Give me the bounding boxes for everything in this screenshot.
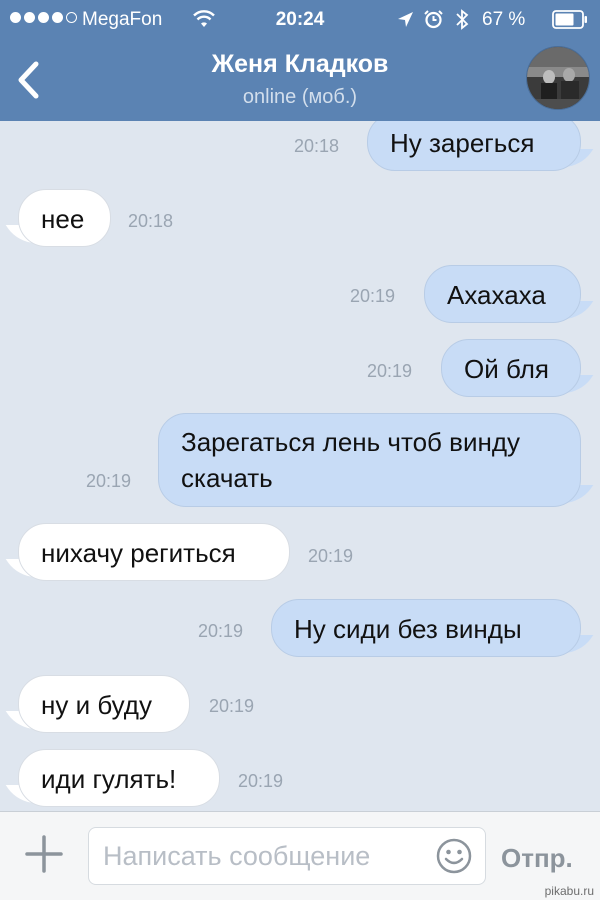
message-time: 20:19 — [198, 621, 244, 641]
message-text: нихачу региться — [41, 538, 236, 568]
outgoing-message-bubble[interactable]: Ахахаха — [424, 265, 581, 323]
message-text: Ахахаха — [447, 280, 546, 310]
outgoing-message-bubble[interactable]: Ну зарегься — [367, 121, 581, 171]
battery-percentage: 67 % — [482, 9, 526, 30]
alarm-clock-icon — [424, 10, 443, 29]
message-input-bar: Отпр. pikabu.ru — [0, 811, 600, 900]
contact-status: online (моб.) — [242, 86, 358, 108]
message-time: 20:19 — [209, 696, 255, 716]
message-input[interactable] — [88, 827, 486, 885]
outgoing-message-bubble[interactable]: Ой бля — [441, 339, 581, 397]
message-text: Ой бля — [464, 354, 549, 384]
message-time: 20:18 — [294, 136, 340, 156]
incoming-message-bubble[interactable]: нихачу региться — [18, 523, 290, 581]
message-time: 20:18 — [128, 211, 174, 231]
message-text: ну и буду — [41, 690, 152, 720]
outgoing-message-bubble[interactable]: Ну сиди без винды — [271, 599, 581, 657]
location-arrow-icon — [398, 12, 413, 27]
message-time: 20:19 — [308, 546, 354, 566]
message-text: Ну зарегься — [390, 128, 535, 158]
message-time: 20:19 — [86, 471, 132, 491]
incoming-message-bubble[interactable]: нее — [18, 189, 111, 247]
bluetooth-icon — [456, 9, 469, 30]
emoji-smile-icon[interactable] — [436, 838, 472, 874]
incoming-message-bubble[interactable]: ну и буду — [18, 675, 190, 733]
watermark: pikabu.ru — [544, 884, 594, 898]
message-time: 20:19 — [350, 286, 396, 306]
message-time: 20:19 — [367, 361, 413, 381]
add-attachment-icon[interactable] — [25, 835, 63, 873]
battery-icon — [552, 10, 587, 29]
message-text: иди гулять! — [41, 764, 177, 794]
message-text: нее — [41, 204, 85, 234]
message-time: 20:19 — [238, 771, 284, 791]
message-text: Зарегаться лень чтоб винду скачать — [181, 427, 521, 493]
chat-header: MegaFon 20:24 67 % Женя Кладков online (… — [0, 0, 600, 121]
outgoing-message-bubble[interactable]: Зарегаться лень чтоб винду скачать — [158, 413, 581, 507]
avatar[interactable] — [526, 46, 590, 110]
message-text: Ну сиди без винды — [294, 614, 522, 644]
status-bar: MegaFon 20:24 67 % — [0, 0, 600, 40]
message-list[interactable]: Ну зарегься 20:18 нее 20:18 Ахахаха 20:1… — [0, 121, 600, 811]
send-button[interactable]: Отпр. — [501, 843, 573, 874]
contact-name[interactable]: Женя Кладков — [0, 50, 600, 79]
incoming-message-bubble[interactable]: иди гулять! — [18, 749, 220, 807]
